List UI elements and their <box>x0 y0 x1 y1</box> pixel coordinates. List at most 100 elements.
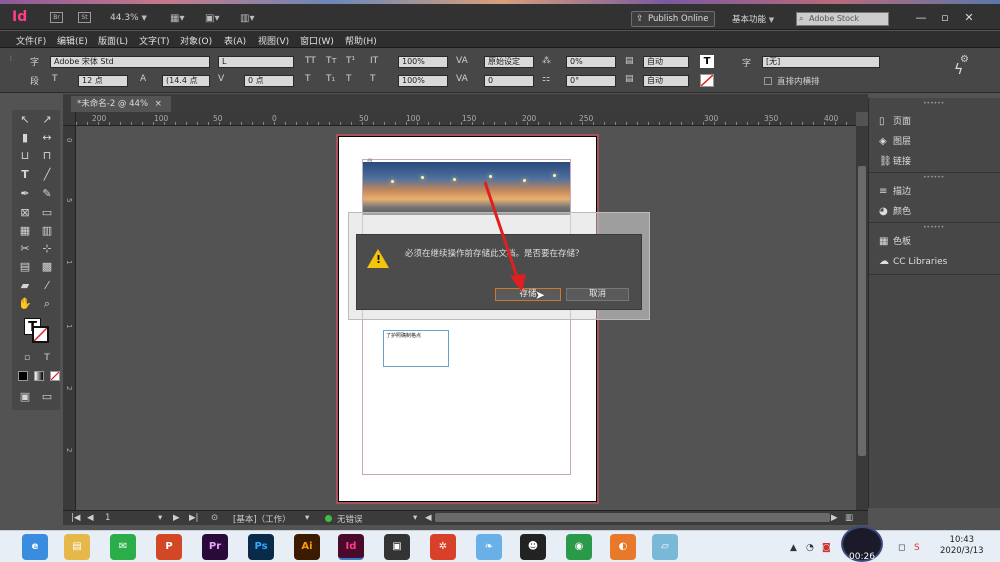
taskbar-clock[interactable]: 10:43 2020/3/13 <box>940 535 984 557</box>
font-family-field[interactable]: Adobe 宋体 Std <box>50 56 210 68</box>
rectangle-tool-icon[interactable]: ▭ <box>38 205 56 221</box>
next-page-icon[interactable]: ▶ <box>173 513 180 523</box>
auto-field-1[interactable]: 自动 <box>643 56 689 68</box>
gradient-feather-tool-icon[interactable]: ▩ <box>38 259 56 275</box>
page-menu-chevron-icon[interactable]: ▾ <box>158 513 162 523</box>
pen-tool-icon[interactable]: ✒ <box>16 186 34 202</box>
panel-layers[interactable]: ◈ 图层 <box>879 134 911 147</box>
apply-color-icon[interactable] <box>18 371 28 381</box>
panel-pages[interactable]: ▯ 页面 <box>879 114 911 127</box>
vertical-in-horizontal-checkbox[interactable] <box>764 77 772 85</box>
char-mode-label[interactable]: 字 <box>30 55 39 68</box>
panel-links[interactable]: ⛓链接 <box>879 154 911 167</box>
view-options-icon[interactable]: ▦▾ <box>170 13 184 24</box>
formatting-container-icon[interactable]: ▫ <box>18 350 36 366</box>
menu-file[interactable]: 文件(F) <box>16 34 46 47</box>
gap-tool-icon[interactable]: ↔ <box>38 130 56 146</box>
tracking-field[interactable]: 原始设定 <box>484 56 534 68</box>
file-explorer-icon[interactable]: ▤ <box>64 534 90 560</box>
superscript-icon[interactable]: T¹ <box>346 56 355 66</box>
indesign-icon[interactable]: Id <box>338 534 364 560</box>
rectangle-frame-tool-icon[interactable]: ⊠ <box>16 205 34 221</box>
document-tab[interactable]: *未命名-2 @ 44% × <box>71 96 171 112</box>
ruler-origin[interactable] <box>63 112 76 126</box>
panel-color[interactable]: ◕ 颜色 <box>879 204 911 217</box>
font-style-field[interactable]: L <box>218 56 294 68</box>
screen-mode-icon[interactable]: ▣▾ <box>205 13 219 24</box>
tray-app-icon[interactable]: ◔ <box>806 543 814 553</box>
apply-gradient-icon[interactable] <box>34 371 44 381</box>
menu-view[interactable]: 视图(V) <box>258 34 289 47</box>
menu-object[interactable]: 对象(O) <box>180 34 212 47</box>
free-transform-tool-icon[interactable]: ⊹ <box>38 241 56 257</box>
menu-type[interactable]: 文字(T) <box>139 34 170 47</box>
maximize-button[interactable]: ▫ <box>934 10 956 26</box>
vertical-scroll-thumb[interactable] <box>858 166 866 456</box>
stroke-swatch[interactable] <box>32 326 49 343</box>
panel-stroke[interactable]: ≡ 描边 <box>879 184 911 197</box>
line-tool-icon[interactable]: ╱ <box>38 167 56 183</box>
text-frame[interactable]: 了护照确制格点 <box>383 330 449 367</box>
premiere-icon[interactable]: Pr <box>202 534 228 560</box>
preflight-menu-chevron-icon[interactable]: ▾ <box>413 513 417 523</box>
cancel-button[interactable]: 取消 <box>566 288 629 301</box>
vertical-scale-field[interactable]: 100% <box>398 56 448 68</box>
close-tab-icon[interactable]: × <box>155 99 162 109</box>
scissors-tool-icon[interactable]: ✂ <box>16 241 34 257</box>
text-fill-swatch[interactable]: T <box>700 55 714 68</box>
page-tool-icon[interactable]: ▮ <box>16 130 34 146</box>
all-caps-icon[interactable]: TT <box>305 56 316 66</box>
tsume-field[interactable]: 0% <box>566 56 616 68</box>
direct-selection-tool-icon[interactable]: ↗ <box>38 112 56 128</box>
minimize-button[interactable]: — <box>910 10 932 26</box>
menu-table[interactable]: 表(A) <box>224 34 246 47</box>
menu-help[interactable]: 帮助(H) <box>345 34 377 47</box>
screen-recorder-widget[interactable]: 00:26 <box>841 526 883 562</box>
first-page-icon[interactable]: |◀ <box>71 513 80 523</box>
horizontal-scroll-thumb[interactable] <box>435 513 830 522</box>
bridge-icon[interactable]: Br <box>50 12 63 23</box>
arrange-documents-icon[interactable]: ▥▾ <box>240 13 254 24</box>
normal-view-icon[interactable]: ▣ <box>16 389 34 405</box>
para-mode-label[interactable]: 段 <box>30 74 39 87</box>
strikethrough-icon[interactable]: T <box>346 74 352 84</box>
small-caps-icon[interactable]: Tᴛ <box>326 56 337 66</box>
vertical-scrollbar[interactable] <box>856 126 868 510</box>
subscript-icon[interactable]: T₁ <box>326 74 335 84</box>
content-collector-icon[interactable]: ⊔ <box>16 148 34 164</box>
lightning-icon[interactable]: ϟ <box>954 62 963 78</box>
scroll-left-icon[interactable]: ◀ <box>425 513 432 523</box>
browser-icon[interactable]: e <box>22 534 48 560</box>
close-button[interactable]: ✕ <box>958 10 980 26</box>
panel-swatches[interactable]: ▦ 色板 <box>879 234 911 247</box>
leading-field[interactable]: (14.4 点 <box>162 75 210 87</box>
preflight-status[interactable]: 无错误 <box>337 513 363 525</box>
tray-volume-icon[interactable]: ◻ <box>898 543 905 553</box>
tray-expand-icon[interactable]: ▲ <box>790 543 797 553</box>
wechat-icon[interactable]: ✉ <box>110 534 136 560</box>
font-size-field[interactable]: 12 点 <box>78 75 128 87</box>
apply-none-icon[interactable] <box>50 371 60 381</box>
zoom-tool-icon[interactable]: ⌕ <box>38 296 56 312</box>
scroll-right-icon[interactable]: ▶ <box>831 513 838 523</box>
open-page-icon[interactable]: ⊙ <box>211 513 218 523</box>
character-style-field[interactable]: [无] <box>762 56 880 68</box>
vertical-ruler[interactable]: 0 5 1 1 2 2 <box>63 126 76 510</box>
notes-app-icon[interactable]: ▱ <box>652 534 678 560</box>
video-editor-icon[interactable]: ▣ <box>384 534 410 560</box>
grid-spacing-field[interactable]: 0° <box>566 75 616 87</box>
underline-icon[interactable]: T <box>305 74 311 84</box>
pencil-tool-icon[interactable]: ✎ <box>38 186 56 202</box>
fox-app-icon[interactable]: ◐ <box>610 534 636 560</box>
gradient-swatch-tool-icon[interactable]: ▤ <box>16 259 34 275</box>
stock-icon[interactable]: St <box>78 12 91 23</box>
illustrator-icon[interactable]: Ai <box>294 534 320 560</box>
photoshop-icon[interactable]: Ps <box>248 534 274 560</box>
type-tool-icon[interactable]: T <box>16 167 34 183</box>
horizontal-scale-field[interactable]: 100% <box>398 75 448 87</box>
last-page-icon[interactable]: ▶| <box>189 513 198 523</box>
hand-tool-icon[interactable]: ✋ <box>16 296 34 312</box>
auto-field-2[interactable]: 自动 <box>643 75 689 87</box>
workspace-switcher[interactable]: 基本功能 ▼ <box>732 13 774 25</box>
page-number[interactable]: 1 <box>105 513 110 523</box>
